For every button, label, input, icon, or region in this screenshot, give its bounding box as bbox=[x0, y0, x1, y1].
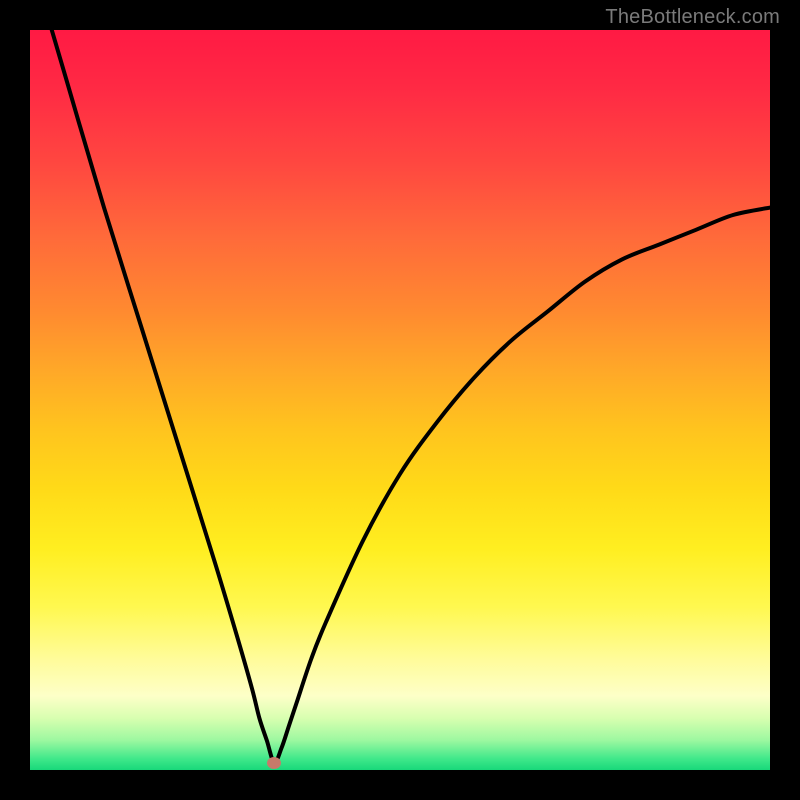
bottleneck-curve bbox=[30, 30, 770, 770]
watermark-text: TheBottleneck.com bbox=[605, 6, 780, 29]
optimum-marker-icon bbox=[267, 757, 281, 769]
chart-frame: TheBottleneck.com bbox=[0, 0, 800, 800]
plot-area bbox=[30, 30, 770, 770]
